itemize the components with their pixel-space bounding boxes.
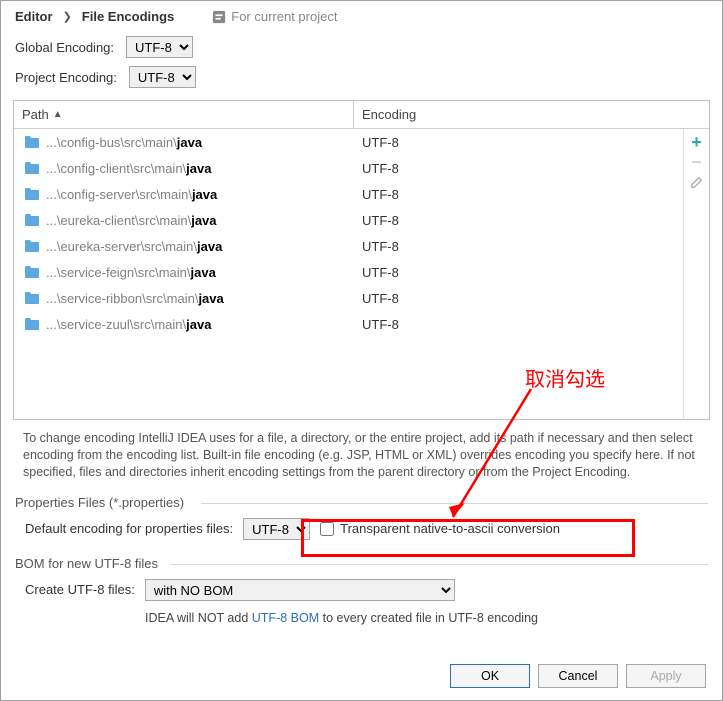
global-encoding-label: Global Encoding: [15,40,114,55]
table-row[interactable]: ...\service-zuul\src\main\javaUTF-8 [14,311,683,337]
row-path: ...\eureka-client\src\main\java [14,213,354,228]
table-row[interactable]: ...\eureka-server\src\main\javaUTF-8 [14,233,683,259]
section-properties: Properties Files (*.properties) [1,485,722,512]
chevron-right-icon: ❯ [63,10,72,23]
create-utf8-label: Create UTF-8 files: [25,582,135,597]
row-path: ...\config-client\src\main\java [14,161,354,176]
remove-icon: − [691,157,702,167]
table-row[interactable]: ...\config-client\src\main\javaUTF-8 [14,155,683,181]
row-encoding: UTF-8 [354,317,683,332]
folder-icon [24,317,40,331]
folder-icon [24,161,40,175]
project-context: For current project [212,9,337,24]
column-path[interactable]: Path ▲ [14,101,354,128]
row-encoding: UTF-8 [354,213,683,228]
dialog-buttons: OK Cancel Apply [450,664,706,688]
column-path-label: Path [22,107,49,122]
folder-icon [24,291,40,305]
folder-icon [24,135,40,149]
folder-icon [24,213,40,227]
row-path: ...\service-zuul\src\main\java [14,317,354,332]
folder-icon [24,239,40,253]
cancel-button[interactable]: Cancel [538,664,618,688]
table-row[interactable]: ...\eureka-client\src\main\javaUTF-8 [14,207,683,233]
table-row[interactable]: ...\config-server\src\main\javaUTF-8 [14,181,683,207]
project-icon [212,10,226,24]
project-context-label: For current project [231,9,337,24]
bom-help-pre: IDEA will NOT add [145,611,252,625]
row-encoding: UTF-8 [354,161,683,176]
global-encoding-select[interactable]: UTF-8 [126,36,193,58]
utf8-bom-link[interactable]: UTF-8 BOM [252,611,319,625]
annotation-box [301,519,635,557]
row-path: ...\config-server\src\main\java [14,187,354,202]
table-row[interactable]: ...\service-feign\src\main\javaUTF-8 [14,259,683,285]
encoding-table: Path ▲ Encoding ...\config-bus\src\main\… [13,100,710,420]
table-toolbar: + − [683,129,709,419]
row-path: ...\service-ribbon\src\main\java [14,291,354,306]
table-header: Path ▲ Encoding [14,101,709,129]
breadcrumb-editor[interactable]: Editor [15,9,53,24]
bom-help: IDEA will NOT add UTF-8 BOM to every cre… [1,607,722,629]
sort-asc-icon: ▲ [53,109,63,120]
add-icon[interactable]: + [691,135,702,149]
column-encoding[interactable]: Encoding [354,101,709,128]
row-encoding: UTF-8 [354,135,683,150]
help-text: To change encoding IntelliJ IDEA uses fo… [1,420,722,485]
project-encoding-select[interactable]: UTF-8 [129,66,196,88]
apply-button[interactable]: Apply [626,664,706,688]
folder-icon [24,265,40,279]
ok-button[interactable]: OK [450,664,530,688]
row-encoding: UTF-8 [354,291,683,306]
create-utf8-select[interactable]: with NO BOM [145,579,455,601]
bom-help-post: to every created file in UTF-8 encoding [319,611,538,625]
table-row[interactable]: ...\service-ribbon\src\main\javaUTF-8 [14,285,683,311]
row-encoding: UTF-8 [354,187,683,202]
breadcrumb-page: File Encodings [82,9,174,24]
default-props-encoding-label: Default encoding for properties files: [25,521,233,536]
table-row[interactable]: ...\config-bus\src\main\javaUTF-8 [14,129,683,155]
row-path: ...\eureka-server\src\main\java [14,239,354,254]
edit-icon[interactable] [690,175,704,192]
row-encoding: UTF-8 [354,265,683,280]
breadcrumb: Editor ❯ File Encodings For current proj… [1,1,722,32]
row-path: ...\service-feign\src\main\java [14,265,354,280]
row-path: ...\config-bus\src\main\java [14,135,354,150]
project-encoding-label: Project Encoding: [15,70,117,85]
row-encoding: UTF-8 [354,239,683,254]
folder-icon [24,187,40,201]
annotation-label: 取消勾选 [525,363,605,392]
